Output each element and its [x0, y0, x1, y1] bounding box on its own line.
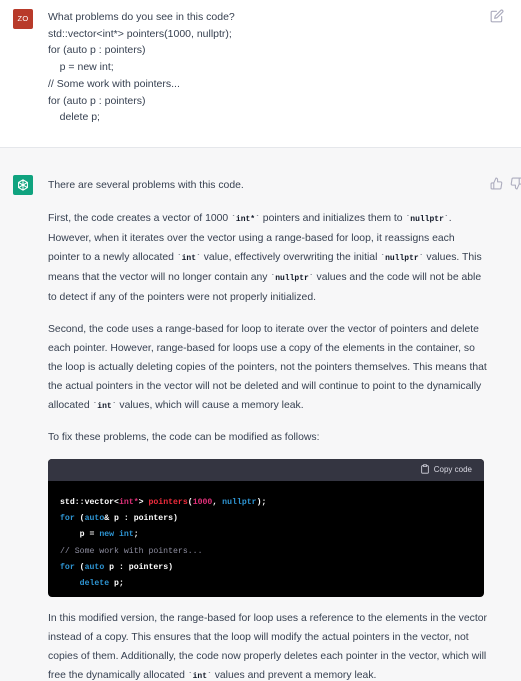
- code-token: std::vector<: [60, 498, 119, 507]
- inline-code: int: [92, 402, 116, 411]
- user-line: std::vector<int*> pointers(1000, nullptr…: [48, 27, 232, 40]
- answer-paragraph-2: Second, the code uses a range-based for …: [48, 320, 488, 416]
- user-line: for (auto p : pointers): [48, 44, 146, 57]
- code-token: (: [74, 562, 85, 572]
- edit-icon[interactable]: [490, 9, 504, 23]
- code-token: );: [256, 498, 267, 507]
- code-token: ;: [133, 530, 139, 540]
- user-line: p = new int;: [48, 61, 114, 74]
- thumbs-up-icon[interactable]: [490, 177, 503, 190]
- code-token: for: [60, 562, 75, 572]
- text-run: First, the code creates a vector of 1000: [48, 213, 232, 224]
- code-line: std::vector<int*> pointers(1000, nullptr…: [60, 495, 472, 511]
- user-avatar: ZO: [13, 9, 33, 29]
- code-line: for (auto p : pointers): [60, 560, 472, 576]
- user-message-text: What problems do you see in this code? s…: [48, 9, 458, 126]
- inline-code: nullptr: [270, 274, 313, 283]
- code-token: p;: [109, 579, 124, 589]
- openai-logo-icon: [18, 179, 28, 191]
- copy-code-button[interactable]: Copy code: [420, 464, 472, 474]
- code-body: std::vector<int*> pointers(1000, nullptr…: [48, 481, 484, 592]
- inline-code: int: [177, 254, 201, 263]
- code-block: Copy code std::vector<int*> pointers(100…: [48, 459, 484, 597]
- code-line: p = new int;: [60, 527, 472, 543]
- user-line: delete p;: [48, 111, 100, 124]
- copy-code-label: Copy code: [433, 464, 472, 474]
- code-token: for: [60, 514, 75, 524]
- code-token: >: [138, 498, 149, 507]
- text-run: pointers and initializes them to: [259, 213, 406, 224]
- code-token: delete: [79, 579, 110, 589]
- assistant-avatar: [13, 175, 33, 195]
- code-token: 1000: [192, 498, 213, 507]
- text-run: values and prevent a memory leak.: [211, 670, 377, 681]
- user-message: ZO What problems do you see in this code…: [0, 0, 521, 148]
- text-run: values, which will cause a memory leak.: [116, 399, 304, 411]
- text-run: Second, the code uses a range-based for …: [48, 323, 487, 411]
- code-token: auto: [84, 514, 105, 524]
- code-token: pointers: [148, 498, 188, 507]
- code-token: new: [99, 530, 115, 540]
- inline-code: int*: [231, 215, 260, 224]
- code-token: p : pointers): [104, 562, 174, 572]
- code-token: int*: [118, 498, 139, 507]
- inline-code: nullptr: [405, 215, 448, 224]
- code-token: ,: [212, 498, 223, 507]
- user-line: // Some work with pointers...: [48, 77, 180, 90]
- assistant-message: There are several problems with this cod…: [0, 148, 521, 681]
- answer-intro: There are several problems with this cod…: [48, 180, 244, 191]
- fix-intro: To fix these problems, the code can be m…: [48, 432, 320, 443]
- answer-paragraph-1: First, the code creates a vector of 1000…: [48, 209, 488, 307]
- code-token: nullptr: [222, 498, 257, 507]
- code-token: int: [118, 530, 134, 540]
- inline-code: nullptr: [380, 254, 423, 263]
- user-line: for (auto p : pointers): [48, 94, 146, 107]
- code-line: // Some work with pointers...: [60, 544, 472, 560]
- code-token: p =: [60, 530, 100, 540]
- clipboard-icon: [421, 464, 429, 474]
- user-line: What problems do you see in this code?: [48, 11, 235, 23]
- code-comment: // Some work with pointers...: [60, 546, 203, 556]
- code-token: & p : pointers): [104, 514, 178, 524]
- code-line: delete p;: [60, 576, 472, 592]
- code-token: auto: [84, 562, 105, 572]
- answer-paragraph-3: In this modified version, the range-base…: [48, 609, 488, 681]
- code-line: for (auto& p : pointers): [60, 511, 472, 527]
- feedback-buttons: [490, 177, 521, 191]
- code-block-header: Copy code: [48, 459, 484, 481]
- text-run: value, effectively overwriting the initi…: [200, 252, 381, 263]
- assistant-message-text: There are several problems with this cod…: [48, 176, 488, 681]
- thumbs-down-icon[interactable]: [510, 177, 521, 190]
- inline-code: int: [188, 672, 212, 681]
- code-token: (: [74, 514, 85, 524]
